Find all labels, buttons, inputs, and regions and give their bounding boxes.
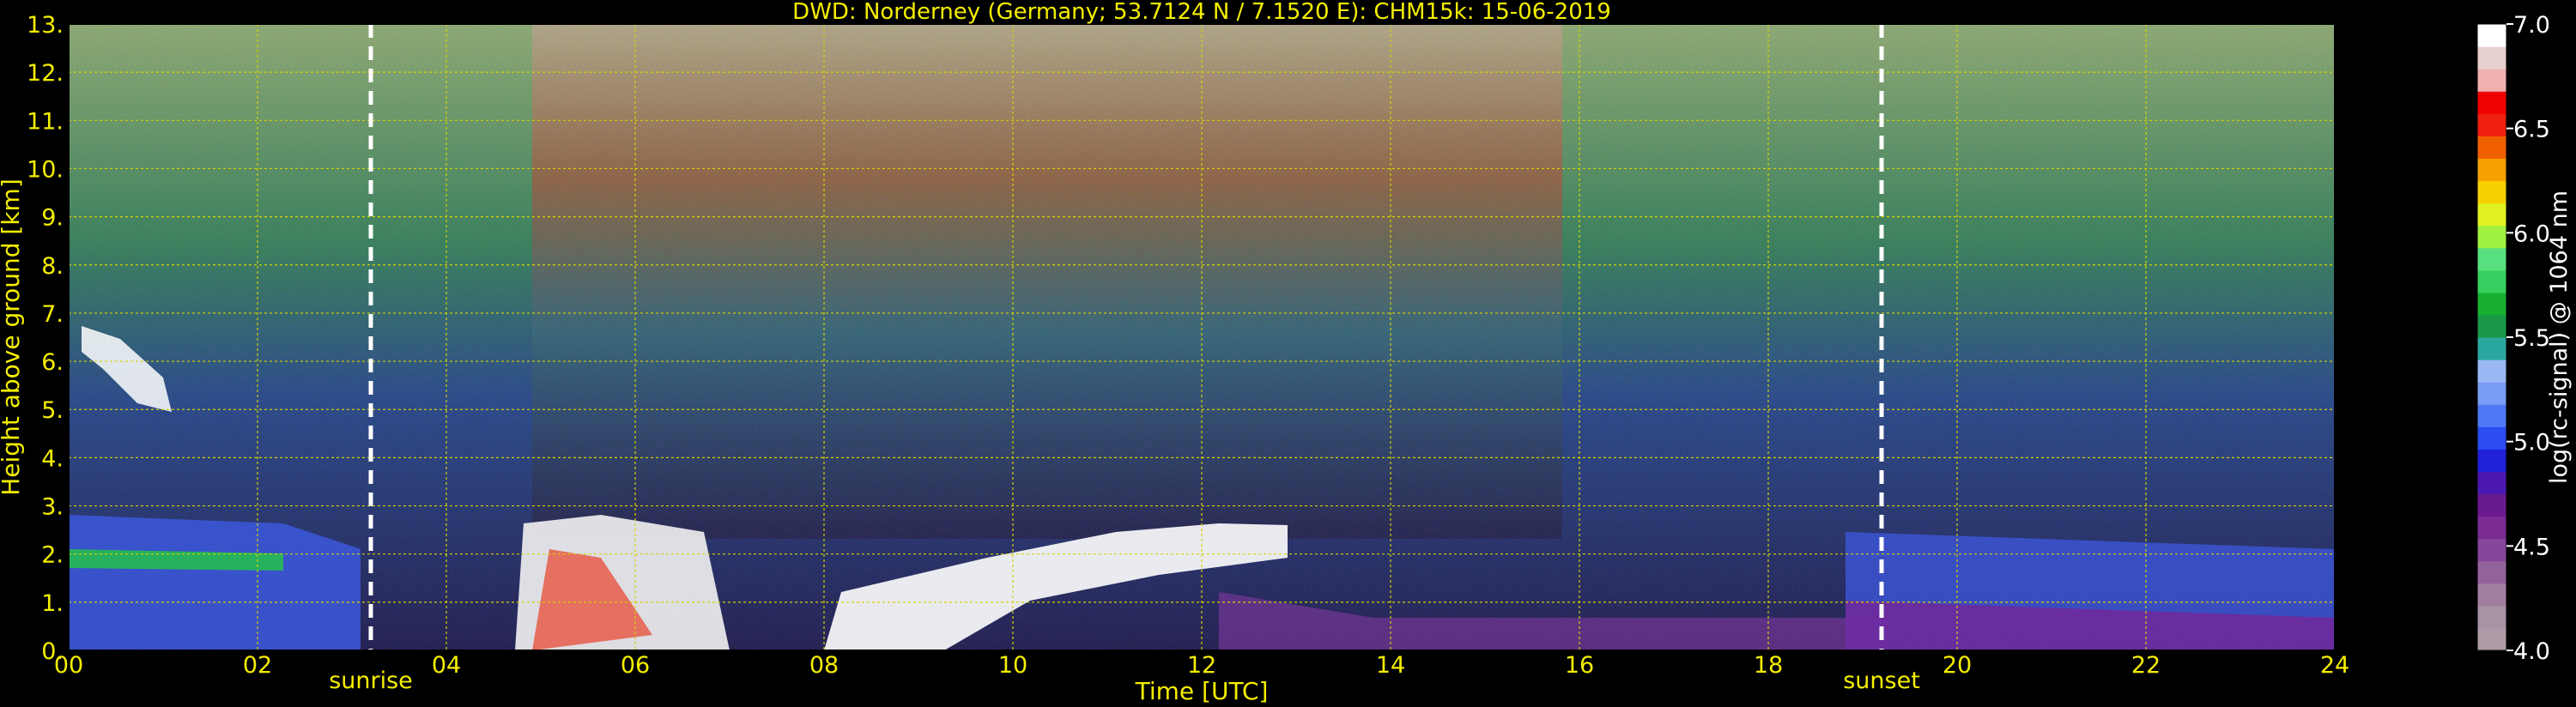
colorbar-segment — [2477, 91, 2506, 114]
y-tick-label: 10. — [27, 156, 64, 183]
colorbar-segment — [2477, 136, 2506, 160]
sunset-label: sunset — [1843, 668, 1920, 694]
colorbar-segment — [2477, 314, 2506, 338]
colorbar-segment — [2477, 202, 2506, 227]
x-tick-label: 08 — [809, 652, 839, 679]
colorbar-segment — [2477, 382, 2506, 405]
colorbar-segment — [2477, 69, 2506, 92]
colorbar-segment — [2477, 24, 2506, 47]
x-axis-label: Time [UTC] — [1135, 677, 1269, 705]
x-tick-label: 22 — [2131, 652, 2161, 679]
colorbar: 4.0 4.5 5.0 5.5 6.0 6.5 7.0 log(rc-signal) @ 1… — [2476, 12, 2573, 665]
lidar-chart: sunrise sunset 0.1.2.3.4.5.6.7.8.9.10.11.… — [0, 0, 2573, 705]
y-tick-label: 8. — [41, 253, 64, 280]
y-tick-label: 5. — [41, 397, 64, 424]
colorbar-segment — [2477, 560, 2506, 584]
colorbar-segment — [2477, 180, 2506, 204]
y-tick-label: 4. — [41, 445, 64, 472]
colorbar-tick-label: 4.5 — [2513, 534, 2550, 560]
chart-title: DWD: Norderney (Germany; 53.7124 N / 7.1… — [792, 0, 1611, 25]
x-tick-label: 00 — [54, 652, 83, 679]
colorbar-segment — [2477, 583, 2506, 607]
y-axis-label: Height above ground [km] — [0, 178, 25, 496]
colorbar-segment — [2477, 493, 2506, 517]
colorbar-segment — [2477, 449, 2506, 473]
x-tick-label: 06 — [621, 652, 650, 679]
boundary-layer-night-early — [69, 515, 361, 650]
colorbar-segment — [2477, 46, 2506, 69]
x-tick-label: 04 — [432, 652, 461, 679]
colorbar-segment — [2477, 269, 2506, 293]
x-tick-label: 20 — [1943, 652, 1972, 679]
colorbar-segment — [2477, 113, 2506, 136]
sunrise-label: sunrise — [329, 668, 413, 694]
colorbar-segment — [2477, 360, 2506, 383]
x-tick-label: 18 — [1754, 652, 1783, 679]
colorbar-tick-label: 6.0 — [2513, 221, 2550, 247]
y-tick-label: 7. — [41, 301, 64, 328]
y-tick-label: 12. — [27, 60, 64, 87]
colorbar-segment — [2477, 426, 2506, 450]
colorbar-segment — [2477, 247, 2506, 271]
colorbar-segment — [2477, 516, 2506, 540]
colorbar-segment — [2477, 292, 2506, 316]
colorbar-tick-label: 4.0 — [2513, 638, 2550, 665]
colorbar-tick-label: 5.0 — [2513, 430, 2550, 456]
colorbar-segment — [2477, 627, 2506, 651]
y-tick-label: 6. — [41, 349, 64, 376]
colorbar-segment — [2477, 404, 2506, 427]
x-tick-label: 24 — [2320, 652, 2349, 679]
x-tick-label: 10 — [998, 652, 1027, 679]
x-tick-label: 16 — [1565, 652, 1594, 679]
colorbar-segment — [2477, 158, 2506, 182]
y-tick-label: 1. — [41, 590, 64, 617]
y-tick-label: 11. — [27, 108, 64, 135]
colorbar-segment — [2477, 337, 2506, 360]
colorbar-segment — [2477, 471, 2506, 495]
y-tick-label: 3. — [41, 494, 64, 521]
y-tick-labels: 0.1.2.3.4.5.6.7.8.9.10.11.12.13. — [27, 12, 64, 665]
colorbar-label: log(rc-signal) @ 1064 nm — [2546, 190, 2573, 484]
x-tick-label: 14 — [1376, 652, 1405, 679]
colorbar-tick-label: 5.5 — [2513, 325, 2550, 352]
y-tick-label: 9. — [41, 205, 64, 232]
x-tick-label: 12 — [1187, 652, 1216, 679]
y-tick-label: 2. — [41, 542, 64, 569]
colorbar-tick-label: 6.5 — [2513, 117, 2550, 143]
colorbar-segment — [2477, 605, 2506, 629]
x-tick-label: 02 — [243, 652, 272, 679]
colorbar-tick-label: 7.0 — [2513, 12, 2550, 39]
colorbar-segment — [2477, 538, 2506, 562]
colorbar-segment — [2477, 225, 2506, 249]
y-tick-label: 13. — [27, 12, 64, 39]
